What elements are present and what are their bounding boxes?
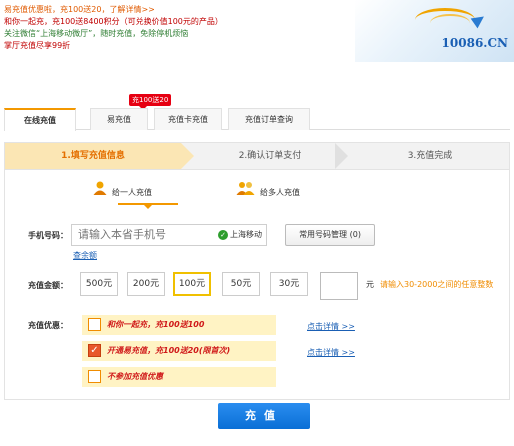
phone-label: 手机号码： xyxy=(28,231,68,240)
offer-checkbox-2-checked[interactable]: ✓ xyxy=(88,344,101,357)
cursor-arrow-icon xyxy=(470,11,488,29)
offer-option-2[interactable]: ✓ 开通易充值，充100送20(限首次) xyxy=(82,341,276,361)
phone-input[interactable] xyxy=(72,225,202,245)
amount-option-100[interactable]: 100元 xyxy=(173,272,211,296)
offer-option-3[interactable]: 不参加充值优惠 xyxy=(82,367,276,387)
group-icon xyxy=(236,180,256,205)
amount-option-500[interactable]: 500元 xyxy=(80,272,118,296)
offer-text-1: 和你一起充，充100送100 xyxy=(107,320,205,329)
tab-order-query[interactable]: 充值订单查询 xyxy=(228,108,310,130)
offer-option-1[interactable]: 和你一起充，充100送100 xyxy=(82,315,276,335)
amount-option-30[interactable]: 30元 xyxy=(270,272,308,296)
tab-online-recharge[interactable]: 在线充值 xyxy=(4,108,76,131)
mode-single[interactable]: 给一人充值 xyxy=(92,180,152,202)
submit-recharge-button[interactable]: 充值 xyxy=(218,403,310,429)
offer-label: 充值优惠： xyxy=(28,321,68,330)
query-balance-link[interactable]: 查余额 xyxy=(73,250,97,261)
tab-bar: 在线充值 易充值 充值卡充值 充值订单查询 xyxy=(4,108,510,131)
amount-label: 充值金额： xyxy=(28,281,68,290)
tab-card-recharge[interactable]: 充值卡充值 xyxy=(154,108,222,130)
step-confirm-pay: 2.确认订单支付 xyxy=(238,151,302,161)
brand-logo: 10086.CN xyxy=(441,36,508,50)
promo-line-1[interactable]: 易充值优惠啦，充100送20，了解详情>> xyxy=(4,4,223,16)
step-fill-info: 1.填写充值信息 xyxy=(5,143,194,169)
amount-hint: 请输入30-2000之间的任意整数 xyxy=(380,280,494,289)
promo-block: 易充值优惠啦，充100送20，了解详情>> 和你一起充，充100送8400积分（… xyxy=(4,4,223,52)
offer-checkbox-1[interactable] xyxy=(88,318,101,331)
progress-steps: 1.填写充值信息 2.确认订单支付 3.充值完成 xyxy=(4,142,510,170)
carrier-name: 上海移动 xyxy=(230,230,262,239)
mode-multiple[interactable]: 给多人充值 xyxy=(236,180,300,202)
tab-promo-badge: 充100送20 xyxy=(129,94,172,110)
mode-single-label: 给一人充值 xyxy=(112,188,152,197)
carrier-status: ✓ 上海移动 xyxy=(218,229,262,240)
step-separator xyxy=(335,143,348,169)
offer-text-3: 不参加充值优惠 xyxy=(107,372,163,381)
amount-option-200[interactable]: 200元 xyxy=(127,272,165,296)
promo-line-4[interactable]: 掌厅充值尽享99折 xyxy=(4,40,223,52)
step-complete: 3.充值完成 xyxy=(407,151,453,161)
mode-multiple-label: 给多人充值 xyxy=(260,188,300,197)
custom-amount-input[interactable] xyxy=(320,272,358,300)
check-icon: ✓ xyxy=(218,230,228,240)
swoosh-decoration xyxy=(430,14,470,32)
manage-numbers-button[interactable]: 常用号码管理 (0) xyxy=(285,224,375,246)
person-icon xyxy=(92,180,108,205)
brand-banner: 10086.CN xyxy=(355,0,514,62)
promo-line-2[interactable]: 和你一起充，充100送8400积分（可兑换价值100元的产品） xyxy=(4,16,223,28)
offer-text-2: 开通易充值，充100送20(限首次) xyxy=(107,346,231,355)
offer-detail-link-2[interactable]: 点击详情 >> xyxy=(307,347,355,358)
offer-detail-link-1[interactable]: 点击详情 >> xyxy=(307,321,355,332)
tab-easy-recharge[interactable]: 易充值 xyxy=(90,108,148,130)
promo-line-3[interactable]: 关注微信“上海移动微厅”，随时充值，免除停机烦恼 xyxy=(4,28,223,40)
offer-checkbox-3[interactable] xyxy=(88,370,101,383)
phone-input-box[interactable]: ✓上海移动 xyxy=(71,224,267,246)
amount-unit: 元 xyxy=(366,280,374,289)
mode-active-indicator xyxy=(118,203,178,209)
amount-option-50[interactable]: 50元 xyxy=(222,272,260,296)
